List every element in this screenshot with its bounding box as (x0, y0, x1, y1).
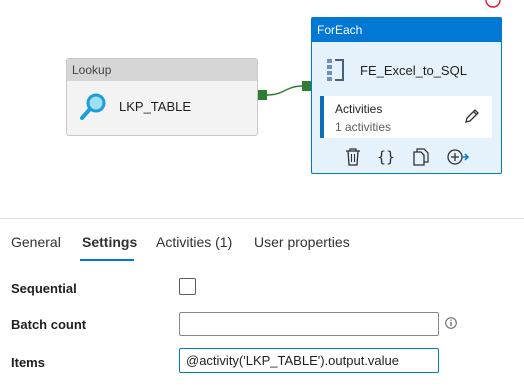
items-label: Items (11, 355, 45, 370)
inner-activities-count: 1 activities (335, 120, 392, 134)
sequential-checkbox[interactable] (179, 278, 196, 295)
tab-settings[interactable]: Settings (82, 234, 137, 250)
pipeline-canvas[interactable]: Lookup LKP_TABLE ForEach FE_Excel_to_SQL (0, 0, 524, 218)
svg-text:{}: {} (377, 148, 395, 166)
properties-tabs: General Settings Activities (1) User pro… (0, 226, 524, 261)
foreach-activity-type: ForEach (312, 18, 501, 42)
tab-user-properties[interactable]: User properties (254, 234, 350, 250)
items-input[interactable]: @activity('LKP_TABLE').output.value (179, 348, 439, 373)
add-output-icon[interactable] (446, 148, 470, 166)
tab-activities[interactable]: Activities (1) (156, 234, 232, 250)
code-icon[interactable]: {} (376, 148, 396, 166)
tab-general[interactable]: General (11, 234, 61, 250)
copy-icon[interactable] (412, 148, 430, 166)
batch-count-input[interactable] (179, 312, 439, 336)
batch-count-label: Batch count (11, 317, 87, 332)
pencil-icon[interactable] (464, 108, 480, 124)
foreach-icon (327, 59, 344, 81)
inner-activities-title: Activities (335, 102, 383, 116)
foreach-input-port[interactable] (302, 81, 311, 91)
panel-divider (0, 218, 524, 219)
foreach-activity[interactable]: ForEach FE_Excel_to_SQL Activities 1 act… (311, 17, 502, 174)
active-tab-indicator (80, 259, 134, 261)
foreach-activity-name: FE_Excel_to_SQL (360, 62, 467, 78)
info-icon[interactable] (445, 317, 457, 329)
delete-icon[interactable] (345, 148, 361, 166)
sequential-label: Sequential (11, 281, 77, 296)
inner-activities-box[interactable]: Activities 1 activities (320, 96, 492, 138)
